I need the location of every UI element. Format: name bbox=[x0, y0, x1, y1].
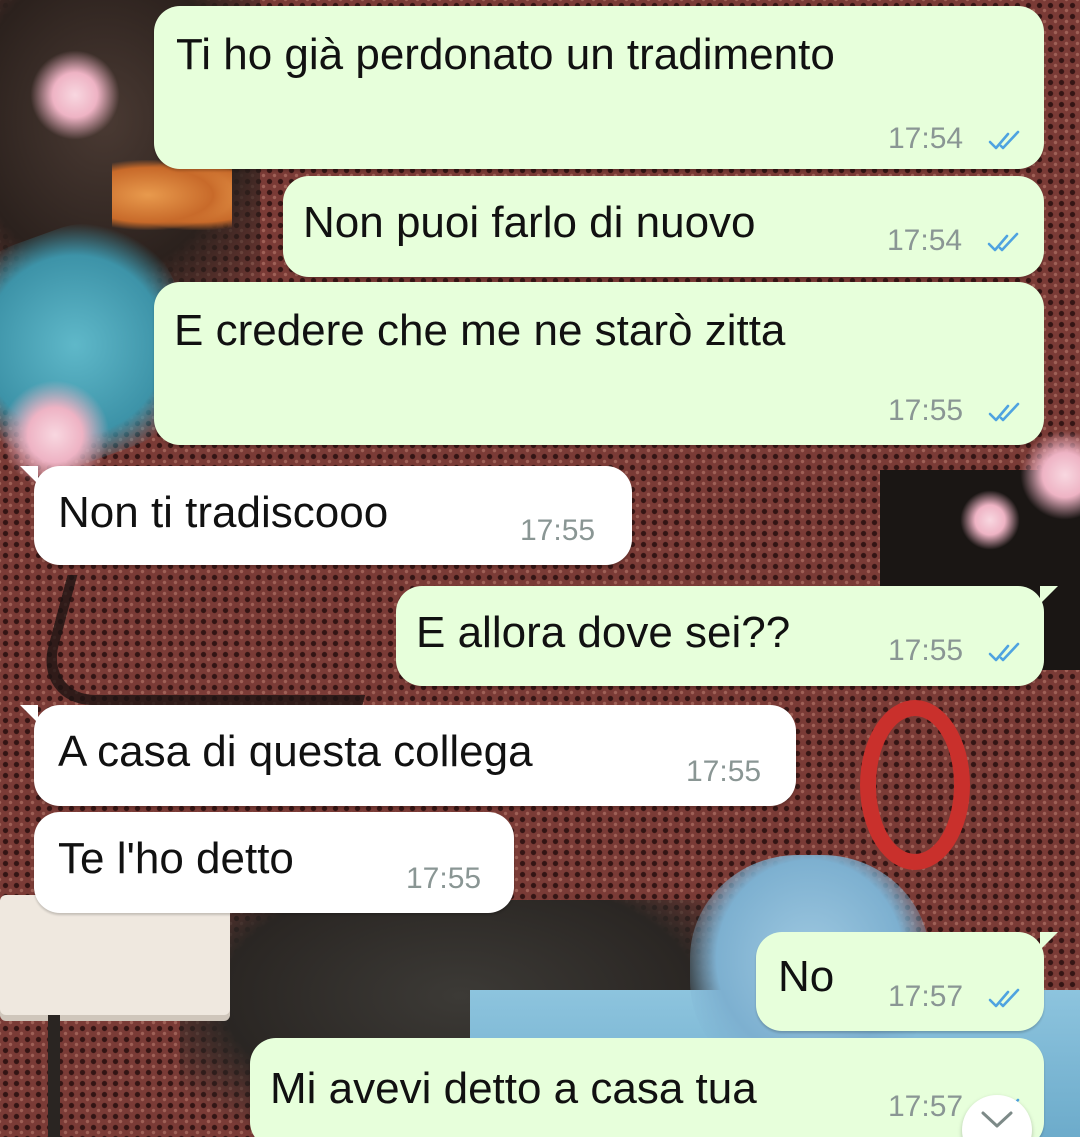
outgoing-message[interactable]: E allora dove sei?? 17:55 bbox=[396, 586, 1058, 686]
message-text: E allora dove sei?? bbox=[416, 608, 791, 657]
message-time: 17:55 bbox=[888, 634, 964, 667]
message-time: 17:55 bbox=[406, 862, 482, 895]
message-text: No bbox=[778, 952, 835, 1001]
outgoing-message[interactable]: E credere che me ne starò zitta 17:55 bbox=[154, 282, 1044, 445]
message-time: 17:54 bbox=[887, 224, 963, 257]
message-text: Mi avevi detto a casa tua bbox=[270, 1064, 757, 1113]
message-time: 17:55 bbox=[686, 755, 762, 788]
wallpaper-flower bbox=[960, 490, 1020, 550]
chat-view[interactable]: Ti ho già perdonato un tradimento 17:54 … bbox=[0, 0, 1080, 1137]
wallpaper-script-lettering bbox=[32, 575, 398, 705]
double-check-icon bbox=[988, 642, 1020, 662]
double-check-icon bbox=[988, 130, 1020, 150]
outgoing-message[interactable]: No 17:57 bbox=[756, 932, 1058, 1031]
bubble-tail bbox=[20, 705, 38, 723]
message-time: 17:57 bbox=[888, 1090, 964, 1123]
bubble-tail bbox=[1040, 586, 1058, 604]
bubble-tail bbox=[20, 466, 38, 484]
message-text: Non ti tradiscooo bbox=[58, 488, 389, 537]
wallpaper-table-leg bbox=[48, 1015, 60, 1137]
double-check-icon bbox=[988, 402, 1020, 422]
message-text: A casa di questa collega bbox=[58, 727, 533, 776]
message-text: Ti ho già perdonato un tradimento bbox=[176, 30, 835, 79]
wallpaper-flower bbox=[30, 50, 120, 140]
wallpaper-table bbox=[0, 895, 230, 1015]
message-text: Non puoi farlo di nuovo bbox=[303, 198, 756, 247]
message-time: 17:55 bbox=[888, 394, 964, 427]
message-time: 17:54 bbox=[888, 122, 964, 155]
double-check-icon bbox=[987, 232, 1019, 252]
message-time: 17:55 bbox=[520, 514, 596, 547]
incoming-message[interactable]: Te l'ho detto 17:55 bbox=[34, 812, 514, 913]
wallpaper-butterfly bbox=[112, 160, 232, 230]
message-text: E credere che me ne starò zitta bbox=[174, 306, 786, 355]
message-text: Te l'ho detto bbox=[58, 834, 294, 883]
outgoing-message[interactable]: Ti ho già perdonato un tradimento 17:54 bbox=[154, 6, 1044, 169]
incoming-message[interactable]: Non ti tradiscooo 17:55 bbox=[20, 466, 632, 565]
chevron-down-icon bbox=[981, 1111, 1013, 1128]
outgoing-message[interactable]: Non puoi farlo di nuovo 17:54 bbox=[283, 176, 1044, 277]
message-time: 17:57 bbox=[888, 980, 964, 1013]
incoming-message[interactable]: A casa di questa collega 17:55 bbox=[20, 705, 796, 806]
wallpaper-red-snake bbox=[860, 700, 970, 870]
bubble-tail bbox=[1040, 932, 1058, 950]
double-check-icon bbox=[988, 988, 1020, 1008]
outgoing-message[interactable]: Mi avevi detto a casa tua 17:57 bbox=[250, 1038, 1044, 1137]
